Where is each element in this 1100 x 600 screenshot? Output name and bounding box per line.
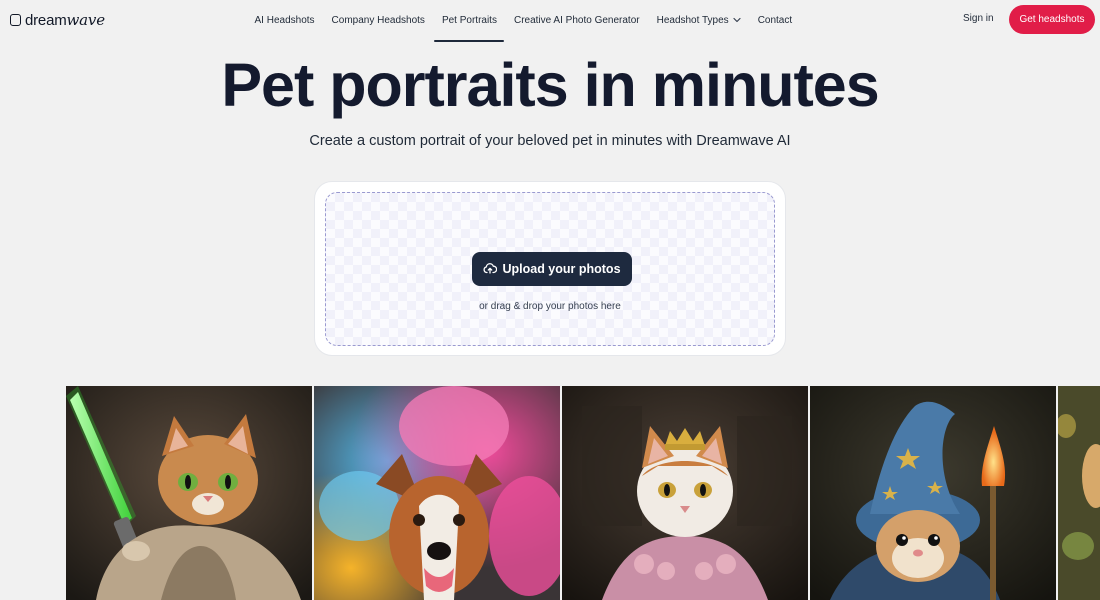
top-nav: dreamwave AI Headshots Company Headshots… bbox=[0, 0, 1100, 42]
sign-in-link[interactable]: Sign in bbox=[963, 13, 994, 24]
gallery-image-kitten-jedi[interactable] bbox=[66, 386, 312, 600]
logo-mark-icon bbox=[10, 14, 21, 26]
pet-portrait-gallery bbox=[0, 386, 1100, 600]
upload-card: Upload your photos or drag & drop your p… bbox=[314, 181, 786, 356]
upload-button-label: Upload your photos bbox=[502, 262, 621, 276]
drag-drop-hint: or drag & drop your photos here bbox=[479, 301, 621, 312]
nav-pet-portraits[interactable]: Pet Portraits bbox=[433, 0, 505, 42]
nav-ai-headshots[interactable]: AI Headshots bbox=[246, 0, 323, 40]
photo-dropzone[interactable]: Upload your photos or drag & drop your p… bbox=[325, 192, 775, 346]
brand-logo[interactable]: dreamwave bbox=[10, 11, 105, 29]
page-subtitle: Create a custom portrait of your beloved… bbox=[309, 133, 791, 149]
chevron-down-icon bbox=[733, 17, 741, 23]
gallery-image-hamster-wizard[interactable] bbox=[810, 386, 1056, 600]
gallery-image-partial[interactable] bbox=[1058, 386, 1100, 600]
upload-photos-button[interactable]: Upload your photos bbox=[472, 252, 632, 286]
nav-contact[interactable]: Contact bbox=[749, 0, 800, 40]
nav-headshot-types[interactable]: Headshot Types bbox=[648, 0, 749, 40]
cloud-upload-icon bbox=[483, 262, 498, 277]
get-headshots-button[interactable]: Get headshots bbox=[1009, 5, 1095, 34]
brand-name: dreamwave bbox=[25, 11, 105, 29]
gallery-image-dog-color-powder[interactable] bbox=[314, 386, 560, 600]
nav-creative-ai-photo-generator[interactable]: Creative AI Photo Generator bbox=[505, 0, 648, 40]
gallery-image-cat-crown[interactable] bbox=[562, 386, 808, 600]
page-title: Pet portraits in minutes bbox=[221, 51, 879, 119]
nav-company-headshots[interactable]: Company Headshots bbox=[323, 0, 433, 40]
nav-links: AI Headshots Company Headshots Pet Portr… bbox=[246, 0, 801, 42]
